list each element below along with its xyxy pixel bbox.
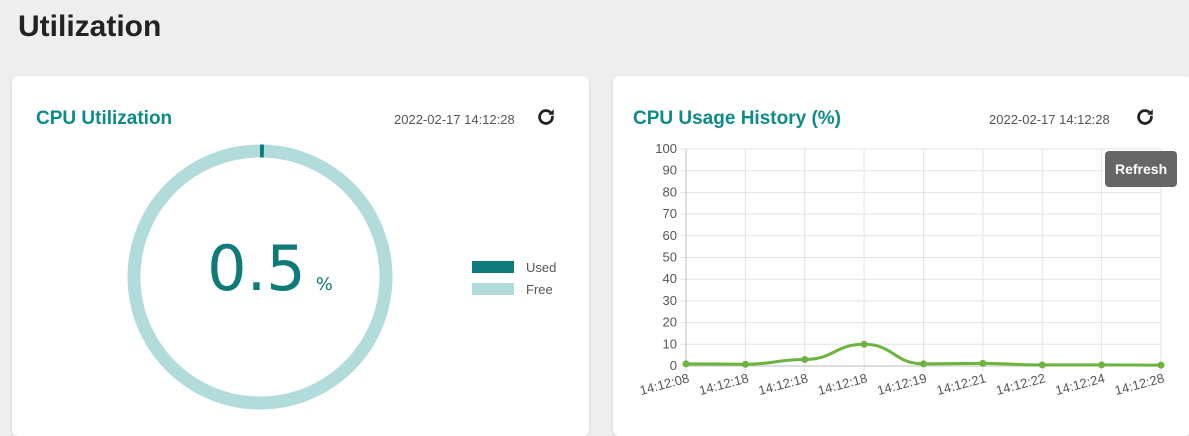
cpu-value-display: 0.5% [160, 232, 380, 305]
legend-used-label: Used [526, 259, 557, 275]
legend-used-swatch [472, 261, 514, 273]
x-tick-label: 14:12:28 [1113, 370, 1166, 398]
y-tick-label: 50 [663, 250, 677, 265]
cpu-unit: % [315, 274, 333, 295]
x-tick-label: 14:12:08 [638, 370, 691, 398]
y-tick-label: 10 [663, 336, 677, 351]
x-tick-label: 14:12:22 [994, 370, 1047, 398]
data-point [1038, 361, 1046, 369]
page-title: Utilization [18, 10, 162, 43]
data-point [860, 340, 868, 348]
y-tick-label: 90 [663, 163, 677, 178]
y-tick-label: 70 [663, 206, 677, 221]
y-tick-label: 100 [655, 141, 677, 156]
legend-free-label: Free [526, 281, 553, 297]
x-tick-label: 14:12:19 [876, 370, 929, 398]
cpu-legend: Used Free [472, 256, 556, 300]
x-tick-label: 14:12:18 [697, 370, 750, 398]
y-tick-label: 0 [670, 358, 677, 373]
data-point [682, 360, 690, 368]
y-tick-label: 30 [663, 293, 677, 308]
y-tick-label: 60 [663, 228, 677, 243]
y-tick-label: 40 [663, 271, 677, 286]
cpu-utilization-card: CPU Utilization 2022-02-17 14:12:28 0.5%… [12, 76, 589, 436]
x-tick-label: 14:12:18 [757, 370, 810, 398]
legend-free-swatch [472, 283, 514, 295]
data-point [801, 355, 809, 363]
cpu-history-chart: 010203040506070809010014:12:08 14:12:18 14… [638, 141, 1166, 398]
legend-used[interactable]: Used [472, 256, 556, 278]
data-point [1098, 361, 1106, 369]
data-point [979, 359, 987, 367]
cpu-value: 0.5 [207, 232, 306, 305]
y-tick-label: 80 [663, 184, 677, 199]
y-tick-label: 20 [663, 315, 677, 330]
cpu-history-card: CPU Usage History (%) 2022-02-17 14:12:2… [613, 76, 1189, 436]
x-tick-label: 14:12:21 [935, 370, 988, 398]
data-point [920, 360, 927, 368]
refresh-tooltip: Refresh [1105, 151, 1178, 187]
data-point [1157, 361, 1165, 369]
data-point [741, 360, 749, 368]
x-tick-label: 14:12:18 [816, 370, 869, 398]
legend-free[interactable]: Free [472, 278, 556, 300]
x-tick-label: 14:12:24 [1054, 370, 1107, 398]
